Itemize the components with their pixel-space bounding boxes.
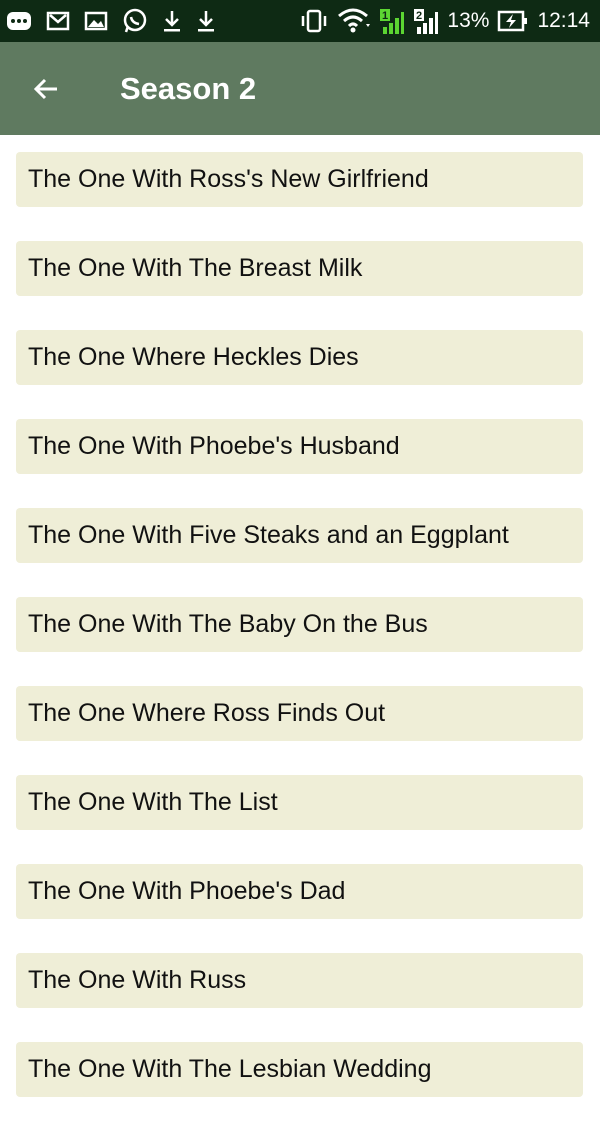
episode-item[interactable]: The One With Five Steaks and an Eggplant [16,508,583,563]
signal-sim1-icon: 1 [379,7,405,35]
gmail-icon [46,10,70,32]
episode-item[interactable]: The One With The Breast Milk [16,241,583,296]
episode-item[interactable]: The One With Russ [16,953,583,1008]
whatsapp-icon [122,8,148,34]
episode-item[interactable]: The One With Ross's New Girlfriend [16,152,583,207]
episode-list: The One With Ross's New Girlfriend The O… [16,152,583,1131]
episode-item[interactable]: The One With Phoebe's Dad [16,864,583,919]
download-icon [162,8,182,34]
svg-text:2: 2 [416,10,422,22]
episode-item[interactable]: The One Where Heckles Dies [16,330,583,385]
episode-item[interactable]: The One With The Baby On the Bus [16,597,583,652]
clock: 12:14 [537,9,590,32]
signal-sim2-icon: 2 [413,7,439,35]
system-status: 1 2 13% 12:14 [299,7,590,35]
more-icon [6,10,32,32]
image-icon [84,10,108,32]
wifi-icon [337,7,371,35]
app-bar: Season 2 [0,42,600,135]
battery-percentage: 13% [447,9,490,32]
svg-text:1: 1 [382,10,388,22]
back-button[interactable] [16,59,76,119]
episode-item[interactable]: The One Where Ross Finds Out [16,686,583,741]
download-icon [196,8,216,34]
battery-charging-icon [497,9,529,33]
episode-item[interactable]: The One With The List [16,775,583,830]
episode-item[interactable]: The One With The Lesbian Wedding [16,1042,583,1097]
page-title: Season 2 [120,70,257,106]
notification-icons [6,8,216,34]
vibrate-icon [299,8,329,34]
arrow-left-icon [31,74,61,104]
episode-item[interactable]: The One With Phoebe's Husband [16,419,583,474]
status-bar: 1 2 13% 12:14 [0,0,600,42]
